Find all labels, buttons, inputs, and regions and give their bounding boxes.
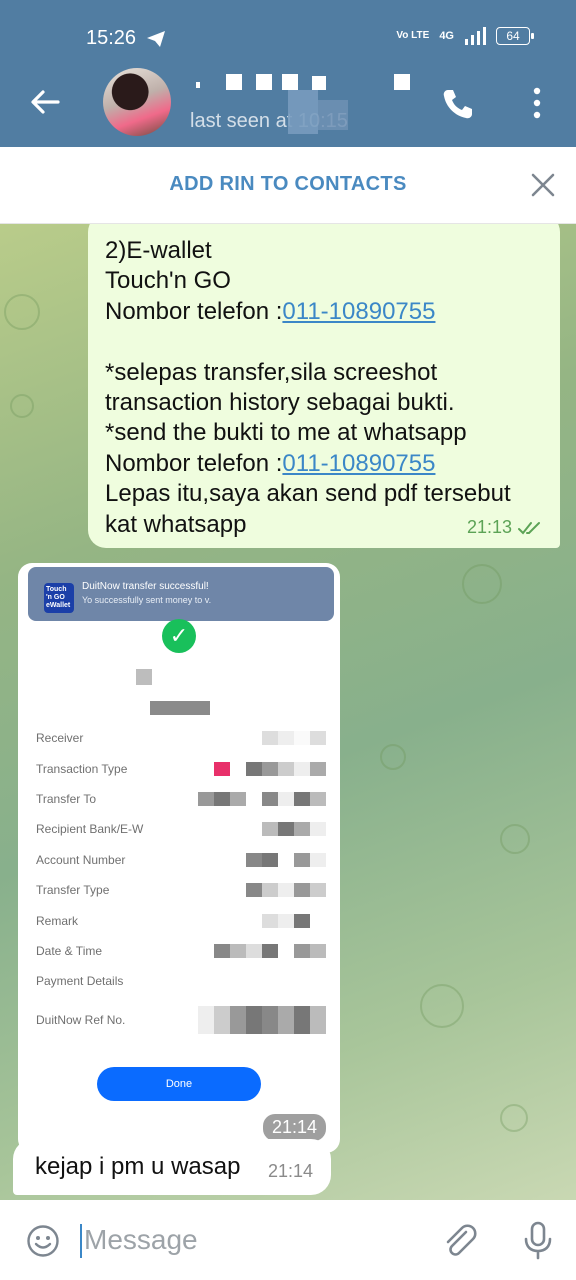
transaction-details: Receiver Transaction Type Transfer To Re… bbox=[36, 723, 326, 1043]
message-time: 21:14 bbox=[267, 1161, 313, 1181]
image-message[interactable]: Touch 'n GO eWallet DuitNow transfer suc… bbox=[18, 563, 340, 1153]
mic-icon[interactable] bbox=[522, 1220, 554, 1260]
pixel-mask bbox=[150, 701, 210, 715]
masked-value bbox=[262, 913, 326, 928]
tng-logo: Touch 'n GO eWallet bbox=[44, 583, 74, 613]
phone-call-icon[interactable] bbox=[440, 86, 476, 122]
logo-text: Touch 'n GO eWallet bbox=[46, 586, 71, 609]
message-input[interactable] bbox=[84, 1222, 414, 1258]
message-line: Lepas itu,saya akan send pdf tersebut bbox=[105, 480, 511, 508]
outgoing-message[interactable]: 2)E-wallet Touch'n GO Nombor telefon :01… bbox=[88, 224, 560, 548]
text-cursor bbox=[80, 1224, 82, 1258]
detail-label: Date & Time bbox=[36, 943, 103, 958]
done-button: Done bbox=[97, 1067, 261, 1101]
pixel-mask bbox=[318, 100, 348, 130]
status-bar-left: 15:26 bbox=[86, 27, 166, 50]
masked-value bbox=[214, 943, 326, 958]
wallpaper-doodle bbox=[380, 744, 406, 770]
network-type: 4G bbox=[439, 30, 454, 42]
message-line: Nombor telefon :011-10890755 bbox=[105, 297, 544, 327]
message-time: 21:14 bbox=[262, 1114, 326, 1141]
signal-icon bbox=[465, 27, 486, 45]
detail-row: Transaction Type bbox=[36, 753, 326, 783]
close-icon[interactable] bbox=[530, 172, 556, 198]
masked-value bbox=[262, 822, 326, 837]
message-line-prefix: Nombor telefon : bbox=[105, 297, 283, 325]
volte-indicator: Vo LTE bbox=[396, 30, 430, 41]
detail-label: Recipient Bank/E-W bbox=[36, 822, 144, 837]
masked-value bbox=[262, 731, 326, 746]
detail-label: Transfer Type bbox=[36, 883, 110, 898]
message-text: 2)E-wallet Touch'n GO Nombor telefon :01… bbox=[105, 236, 544, 540]
detail-row: Date & Time bbox=[36, 936, 326, 966]
notification-title: DuitNow transfer successful! bbox=[82, 581, 209, 592]
double-check-icon bbox=[518, 521, 540, 534]
detail-row: Payment Details bbox=[36, 966, 326, 996]
message-meta: 21:13 bbox=[467, 517, 544, 538]
masked-value bbox=[198, 791, 326, 806]
avatar[interactable] bbox=[103, 68, 171, 136]
message-text: kejap i pm u wasap bbox=[35, 1153, 241, 1180]
detail-row: Account Number bbox=[36, 845, 326, 875]
detail-label: Remark bbox=[36, 913, 79, 928]
pixel-mask bbox=[136, 669, 152, 685]
battery-indicator: 64 bbox=[496, 27, 534, 45]
masked-value bbox=[198, 1005, 326, 1034]
wallpaper-doodle bbox=[500, 824, 530, 854]
masked-value bbox=[246, 852, 326, 867]
telegram-send-icon bbox=[147, 30, 166, 47]
detail-row: DuitNow Ref No. bbox=[36, 997, 326, 1043]
clock: 15:26 bbox=[86, 27, 137, 49]
detail-row: Remark bbox=[36, 905, 326, 935]
message-line: 2)E-wallet bbox=[105, 237, 212, 264]
detail-label: Transaction Type bbox=[36, 761, 128, 776]
phone-link[interactable]: 011-10890755 bbox=[282, 298, 435, 325]
incoming-message[interactable]: kejap i pm u wasap 21:14 bbox=[13, 1139, 331, 1195]
wallpaper-doodle bbox=[500, 1104, 528, 1132]
message-input-bar bbox=[0, 1200, 576, 1280]
message-time: 21:13 bbox=[466, 517, 512, 537]
more-vert-icon[interactable] bbox=[527, 86, 547, 120]
message-line: *send the bukti to me at whatsapp bbox=[105, 419, 467, 447]
chat-header: 15:26 Vo LTE 4G 64 last seen at 10:15 bbox=[0, 0, 576, 147]
detail-label: Payment Details bbox=[36, 974, 124, 989]
wallpaper-doodle bbox=[10, 394, 34, 418]
message-line: Touch'n GO bbox=[105, 267, 231, 295]
wallpaper-doodle bbox=[4, 294, 40, 330]
detail-row: Transfer To bbox=[36, 784, 326, 814]
status-bar-right: Vo LTE 4G 64 bbox=[396, 27, 534, 45]
masked-value bbox=[214, 761, 326, 776]
message-line-prefix: Nombor telefon : bbox=[105, 449, 283, 477]
detail-label: Receiver bbox=[36, 731, 84, 746]
success-check-icon: ✓ bbox=[162, 619, 196, 653]
phone-link[interactable]: 011-10890755 bbox=[282, 450, 435, 477]
chat-area[interactable]: 2)E-wallet Touch'n GO Nombor telefon :01… bbox=[0, 224, 576, 1200]
message-line: transaction history sebagai bukti. bbox=[105, 389, 455, 417]
detail-label: DuitNow Ref No. bbox=[36, 1012, 126, 1027]
message-line: *selepas transfer,sila screeshot bbox=[105, 358, 438, 386]
wallpaper-doodle bbox=[420, 984, 464, 1028]
notification-banner: Touch 'n GO eWallet DuitNow transfer suc… bbox=[28, 567, 334, 621]
add-contact-bar: ADD RIN TO CONTACTS bbox=[0, 147, 576, 224]
pixel-mask bbox=[288, 90, 318, 134]
attach-icon[interactable] bbox=[440, 1222, 478, 1260]
detail-row: Recipient Bank/E-W bbox=[36, 814, 326, 844]
back-arrow-icon[interactable] bbox=[28, 85, 62, 119]
notification-body: Yo successfully sent money to v. bbox=[82, 595, 212, 605]
message-line: Nombor telefon :011-10890755 bbox=[105, 449, 544, 479]
detail-row: Receiver bbox=[36, 723, 326, 753]
detail-label: Transfer To bbox=[36, 791, 97, 806]
detail-label: Account Number bbox=[36, 852, 126, 867]
detail-row: Transfer Type bbox=[36, 875, 326, 905]
add-to-contacts-button[interactable]: ADD RIN TO CONTACTS bbox=[0, 173, 576, 196]
masked-value bbox=[246, 883, 326, 898]
emoji-icon[interactable] bbox=[26, 1224, 60, 1258]
wallpaper-doodle bbox=[462, 564, 502, 604]
